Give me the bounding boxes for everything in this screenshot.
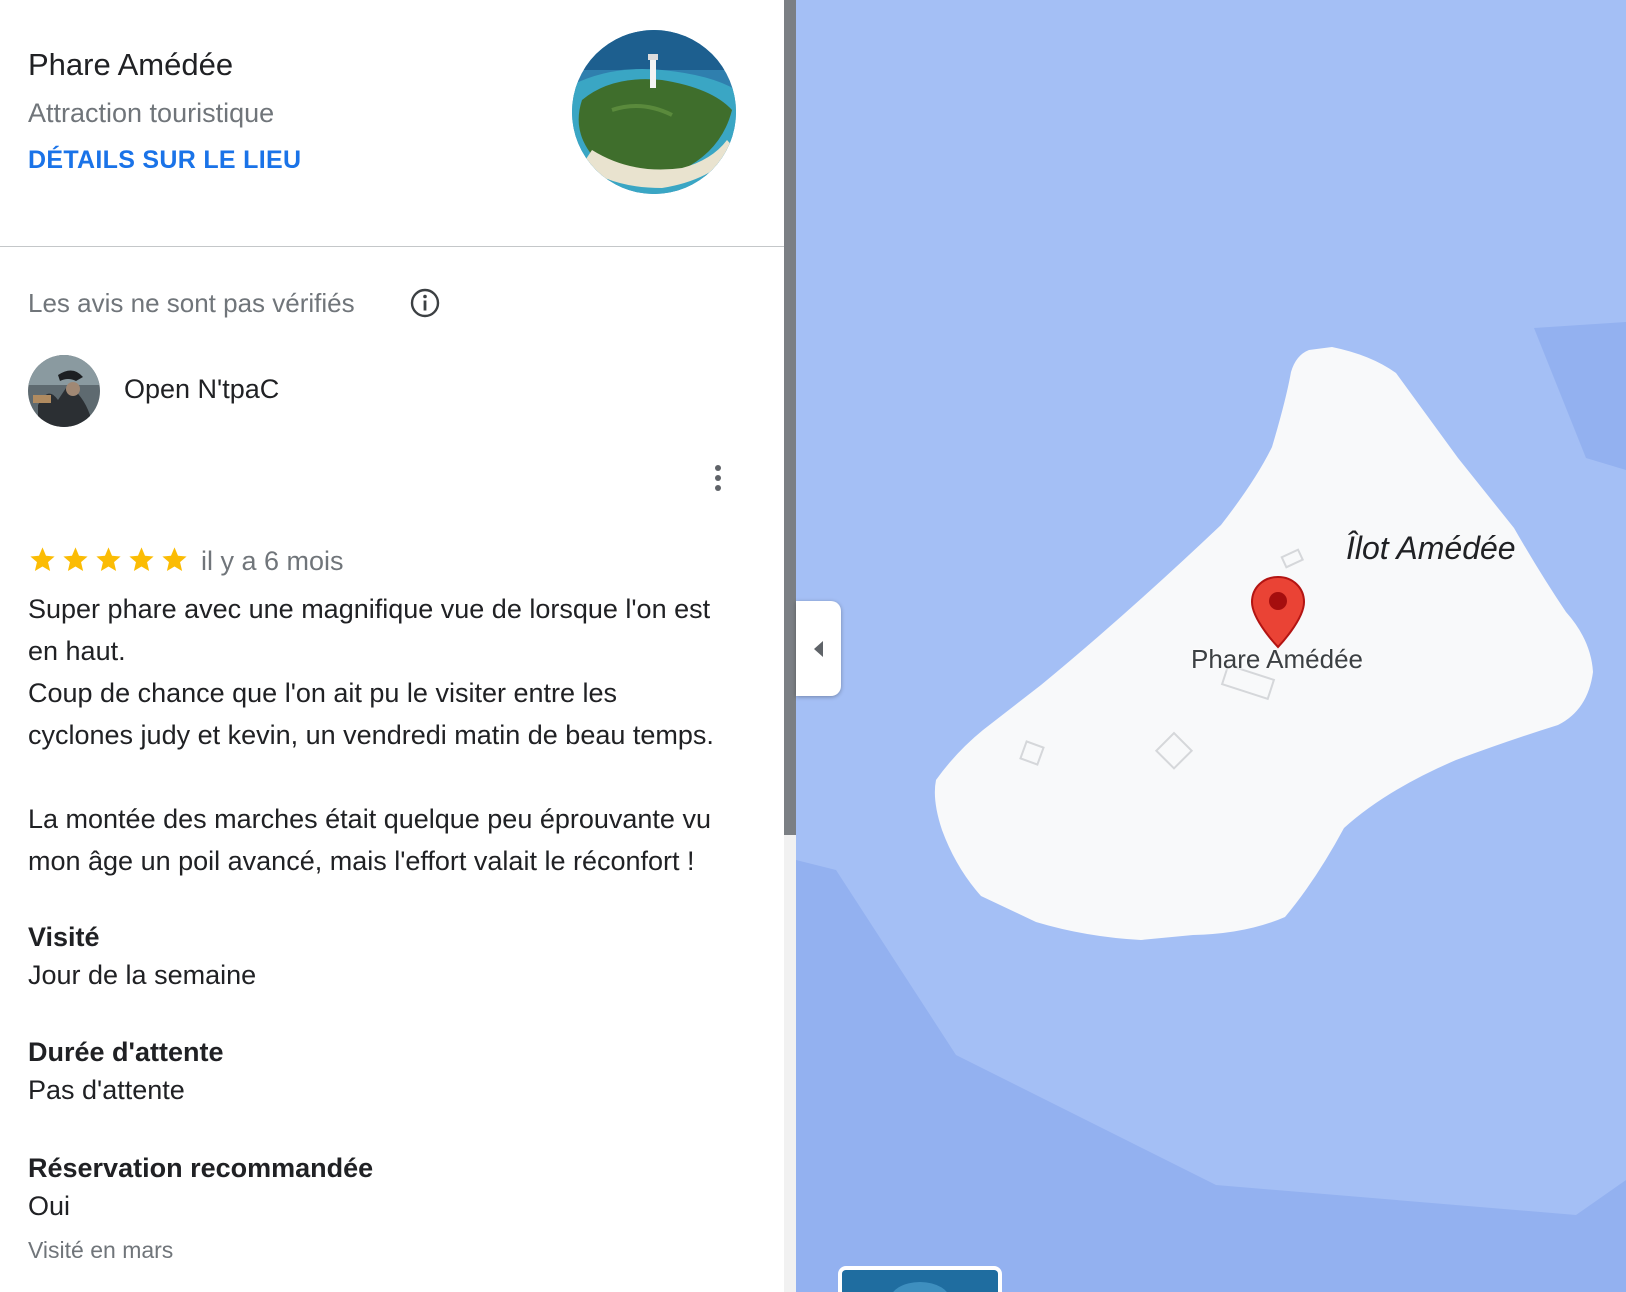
- place-details-link[interactable]: DÉTAILS SUR LE LIEU: [28, 146, 301, 175]
- section-divider: [0, 246, 784, 247]
- review-text-line: cyclones judy et kevin, un vendredi mati…: [28, 720, 714, 750]
- map-label-islet: Îlot Amédée: [1346, 530, 1516, 566]
- reviewer-name[interactable]: Open N'tpaC: [124, 374, 279, 405]
- star-icon: [96, 547, 121, 571]
- reviews-unverified-notice: Les avis ne sont pas vérifiés: [28, 288, 355, 318]
- review-text-line: en haut.: [28, 636, 126, 666]
- review-text-line: Coup de chance que l'on ait pu le visite…: [28, 678, 618, 708]
- rating-stars: [28, 545, 189, 579]
- attribute-value-wait: Pas d'attente: [28, 1075, 185, 1105]
- star-icon: [63, 547, 88, 571]
- map-canvas[interactable]: Îlot Amédée Phare Amédée: [796, 0, 1626, 1292]
- attribute-value-reservation: Oui: [28, 1191, 71, 1221]
- more-options-icon[interactable]: [702, 462, 734, 494]
- info-icon[interactable]: [409, 287, 441, 319]
- place-panel: Phare Amédée Attraction touristique DÉTA…: [0, 0, 784, 1292]
- scrollbar-thumb[interactable]: [784, 0, 796, 835]
- map-imagery-thumbnail[interactable]: [838, 1266, 1002, 1292]
- attribute-value-visited: Jour de la semaine: [28, 960, 257, 990]
- star-icon: [129, 547, 154, 571]
- map-label-poi[interactable]: Phare Amédée: [1191, 644, 1363, 675]
- reviewer-avatar[interactable]: [28, 355, 100, 427]
- attribute-label-wait: Durée d'attente: [28, 1037, 224, 1067]
- visited-note: Visité en mars: [28, 1237, 174, 1263]
- review-date: il y a 6 mois: [201, 546, 344, 576]
- place-photo[interactable]: [572, 30, 736, 194]
- map-pin-icon[interactable]: [1250, 575, 1306, 649]
- place-category: Attraction touristique: [28, 98, 275, 128]
- star-icon: [30, 547, 55, 571]
- place-title: Phare Amédée: [28, 47, 234, 82]
- review-text-line: Super phare avec une magnifique vue de l…: [28, 594, 711, 624]
- attribute-label-visited: Visité: [28, 922, 100, 952]
- star-icon: [162, 547, 187, 571]
- review-text-line: mon âge un poil avancé, mais l'effort va…: [28, 846, 695, 876]
- review-text-line: La montée des marches était quelque peu …: [28, 804, 711, 834]
- collapse-panel-button[interactable]: [796, 601, 841, 696]
- attribute-label-reservation: Réservation recommandée: [28, 1153, 374, 1183]
- review-text: Super phare avec une magnifique vue de l…: [28, 588, 748, 882]
